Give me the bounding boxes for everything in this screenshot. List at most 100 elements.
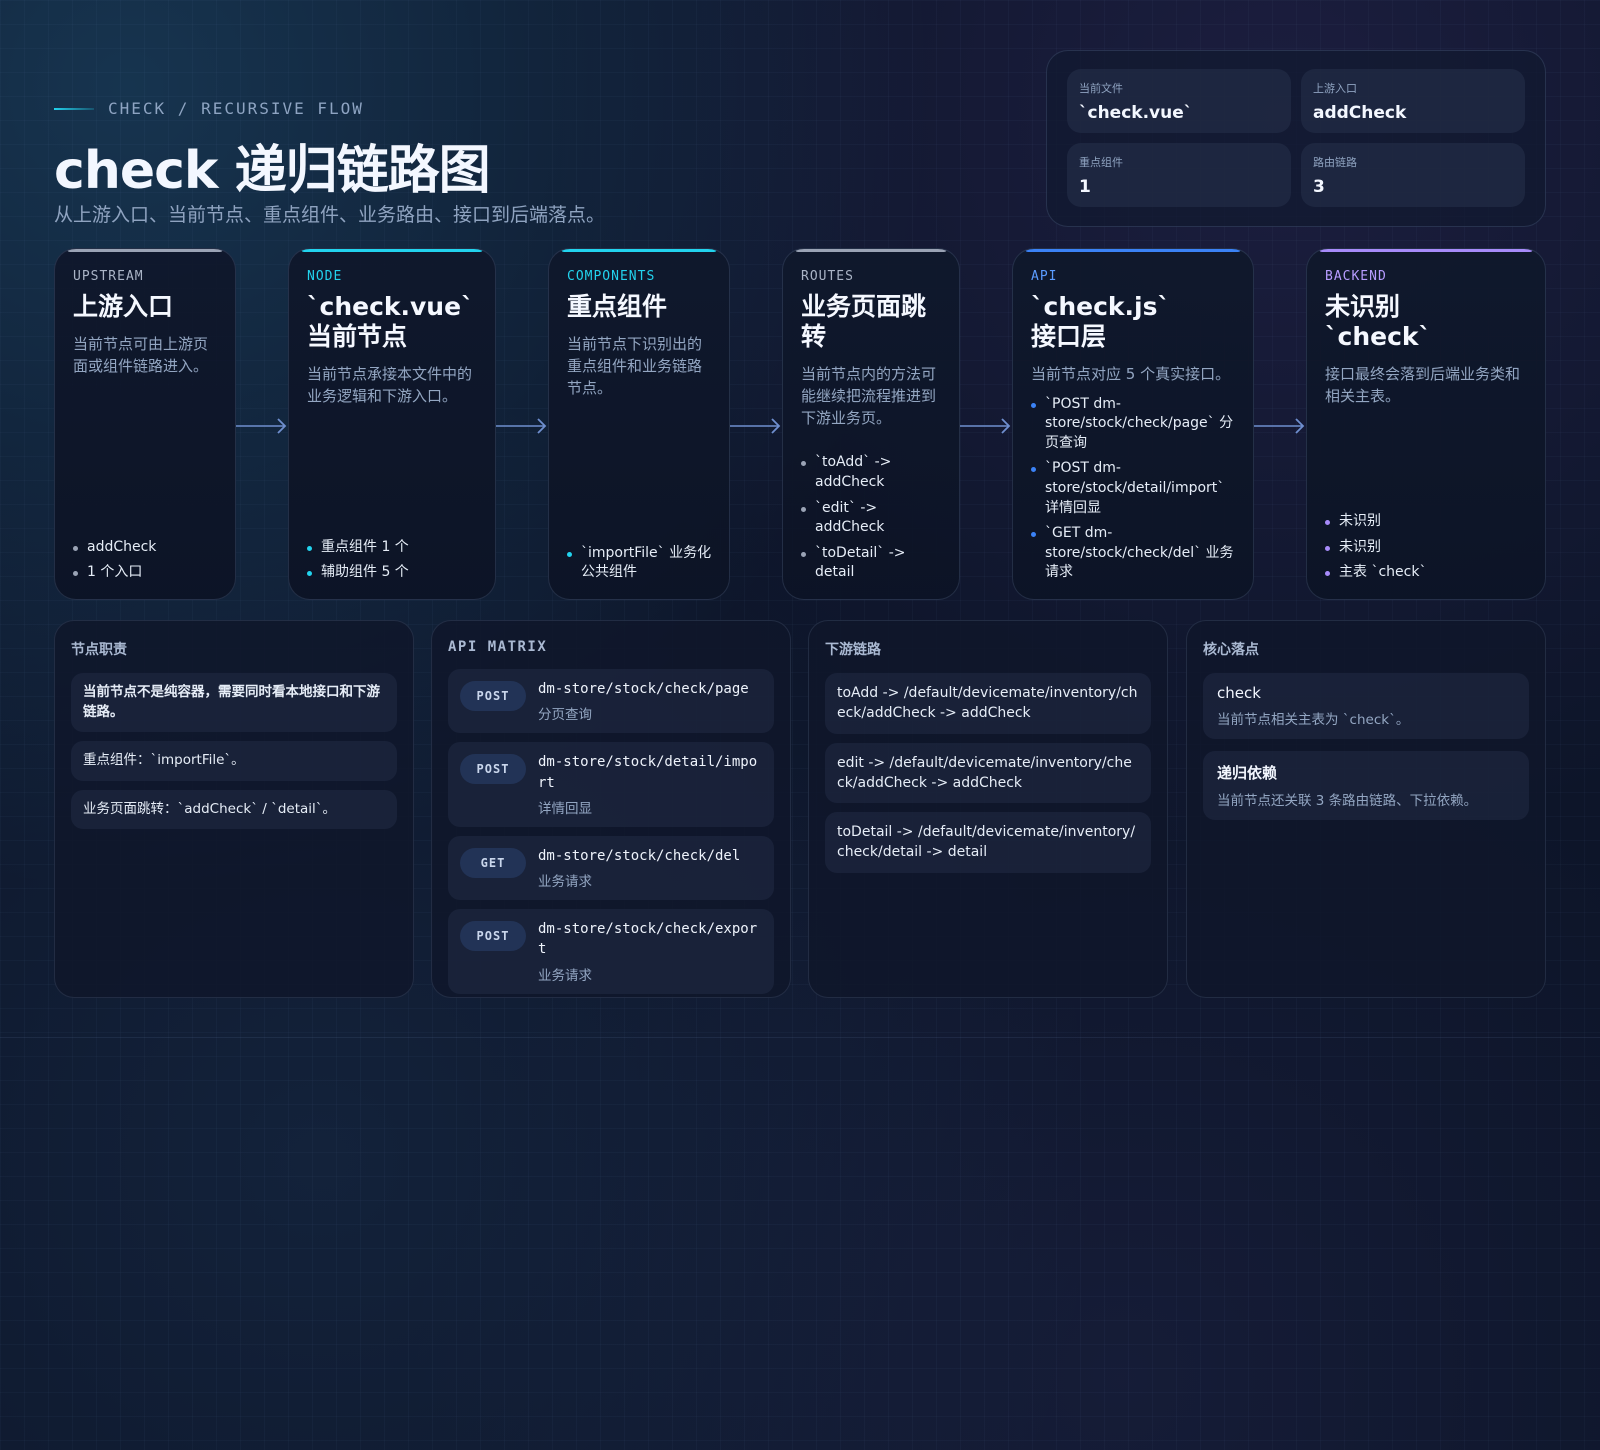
stat-value: addCheck xyxy=(1313,103,1407,123)
api-row: GET dm-store/stock/check/del 业务请求 xyxy=(448,835,774,901)
api-path: dm-store/stock/check/del xyxy=(538,847,741,864)
arrow-right-icon xyxy=(730,416,782,436)
card-desc: 当前节点内的方法可能继续把流程推进到下游业务页。 xyxy=(801,365,937,427)
eyebrow-line xyxy=(54,107,94,110)
stat-value: 1 xyxy=(1079,177,1091,197)
card-desc: 当前节点下识别出的重点组件和业务链路节点。 xyxy=(567,335,703,397)
api-path: dm-store/stock/check/export xyxy=(538,921,758,958)
core-item-title: 递归依赖 xyxy=(1217,764,1278,782)
stat-key-components: 重点组件 1 xyxy=(1067,143,1291,207)
panel-title: 节点职责 xyxy=(71,642,127,658)
card-list: `POST dm-store/stock/check/page` 分页查询 `P… xyxy=(1031,389,1239,583)
api-desc: 分页查询 xyxy=(538,707,592,724)
stat-label: 重点组件 xyxy=(1079,156,1123,169)
method-badge: GET xyxy=(460,847,526,878)
panel-title: 核心落点 xyxy=(1203,642,1259,658)
card-desc: 当前节点可由上游页面或组件链路进入。 xyxy=(73,335,209,375)
page-subtitle: 从上游入口、当前节点、重点组件、业务路由、接口到后端落点。 xyxy=(54,204,606,226)
api-desc: 详情回显 xyxy=(538,800,592,817)
panel-title: 下游链路 xyxy=(825,642,881,658)
list-item: 业务页面跳转：`addCheck` / `detail`。 xyxy=(71,789,397,830)
eyebrow: CHECK / RECURSIVE FLOW xyxy=(54,99,364,118)
route-item: toDetail -> /default/devicemate/inventor… xyxy=(825,812,1151,873)
core-item: check 当前节点相关主表为 `check`。 xyxy=(1203,673,1529,739)
list-item: `toAdd` -> addCheck xyxy=(801,453,945,492)
list-item: 当前节点不是纯容器，需要同时看本地接口和下游链路。 xyxy=(71,673,397,733)
arrow-right-icon xyxy=(236,416,288,436)
stat-upstream-entry: 上游入口 addCheck xyxy=(1301,69,1525,133)
panel-core: 核心落点 check 当前节点相关主表为 `check`。 递归依赖 当前节点还… xyxy=(1186,620,1546,998)
list-item: `POST dm-store/stock/detail/import` 详情回显 xyxy=(1031,459,1239,518)
core-item-desc: 当前节点还关联 3 条路由链路、下拉依赖。 xyxy=(1217,793,1478,809)
card-title: `check.js` 接口层 xyxy=(1031,292,1170,351)
card-desc: 当前节点承接本文件中的业务逻辑和下游入口。 xyxy=(307,365,473,405)
method-badge: POST xyxy=(460,754,526,785)
core-item: 递归依赖 当前节点还关联 3 条路由链路、下拉依赖。 xyxy=(1203,751,1529,820)
card-tag: ROUTES xyxy=(801,269,854,284)
card-tag: NODE xyxy=(307,269,343,284)
card-title: 业务页面跳 转 xyxy=(801,292,927,351)
section-divider xyxy=(0,1037,1600,1038)
stat-current-file: 当前文件 `check.vue` xyxy=(1067,69,1291,133)
core-item-title: check xyxy=(1217,684,1261,702)
list-item: 未识别 xyxy=(1325,512,1531,532)
stat-label: 路由链路 xyxy=(1313,156,1357,169)
list-item: 重点组件：`importFile`。 xyxy=(71,741,397,781)
stat-value: 3 xyxy=(1313,177,1325,197)
list-item: `toDetail` -> detail xyxy=(801,544,945,583)
route-item: edit -> /default/devicemate/inventory/ch… xyxy=(825,742,1151,804)
card-tag: UPSTREAM xyxy=(73,269,144,284)
flow-card-upstream: UPSTREAM 上游入口 当前节点可由上游页面或组件链路进入。 addChec… xyxy=(54,248,236,600)
stats-panel: 当前文件 `check.vue` 上游入口 addCheck 重点组件 1 路由… xyxy=(1046,50,1546,227)
api-desc: 业务请求 xyxy=(538,967,592,984)
api-desc: 业务请求 xyxy=(538,874,592,891)
panel-downstream: 下游链路 toAdd -> /default/devicemate/invent… xyxy=(808,620,1168,998)
panel-title: API MATRIX xyxy=(448,639,548,655)
list-item: `edit` -> addCheck xyxy=(801,499,945,538)
stat-label: 上游入口 xyxy=(1313,82,1357,95)
method-badge: POST xyxy=(460,681,526,711)
card-tag: BACKEND xyxy=(1325,269,1387,284)
card-title: 重点组件 xyxy=(567,292,668,321)
list-item: 主表 `check` xyxy=(1325,563,1531,583)
stat-route-chains: 路由链路 3 xyxy=(1301,143,1525,207)
core-item-desc: 当前节点相关主表为 `check`。 xyxy=(1217,712,1410,728)
card-tag: API xyxy=(1031,269,1058,284)
arrow-right-icon xyxy=(496,416,548,436)
arrow-right-icon xyxy=(960,416,1012,436)
card-title: 未识别 `check` xyxy=(1325,292,1432,351)
api-row: POST dm-store/stock/detail/import 详情回显 xyxy=(448,742,774,827)
card-desc: 接口最终会落到后端业务类和相关主表。 xyxy=(1325,365,1521,405)
flow-card-components: COMPONENTS 重点组件 当前节点下识别出的重点组件和业务链路节点。 `i… xyxy=(548,248,730,600)
list-item: `importFile` 业务化公共组件 xyxy=(567,544,715,583)
list-item: `POST dm-store/stock/check/page` 分页查询 xyxy=(1031,395,1239,454)
card-list: `importFile` 业务化公共组件 xyxy=(567,538,715,583)
list-item: `GET dm-store/stock/check/del` 业务请求 xyxy=(1031,524,1239,583)
flow-card-api: API `check.js` 接口层 当前节点对应 5 个真实接口。 `POST… xyxy=(1012,248,1254,600)
flow-card-node: NODE `check.vue` 当前节点 当前节点承接本文件中的业务逻辑和下游… xyxy=(288,248,496,600)
panel-api-matrix: API MATRIX POST dm-store/stock/check/pag… xyxy=(431,620,791,998)
list-item: 辅助组件 5 个 xyxy=(307,563,481,583)
card-title: 上游入口 xyxy=(73,292,174,321)
card-list: 重点组件 1 个 辅助组件 5 个 xyxy=(307,532,481,583)
card-list: `toAdd` -> addCheck `edit` -> addCheck `… xyxy=(801,447,945,583)
api-path: dm-store/stock/check/page xyxy=(538,681,749,697)
list-item: addCheck xyxy=(73,538,221,558)
card-list: 未识别 未识别 主表 `check` xyxy=(1325,506,1531,583)
eyebrow-text: CHECK / RECURSIVE FLOW xyxy=(108,99,364,118)
card-desc: 当前节点对应 5 个真实接口。 xyxy=(1031,365,1231,383)
flow-card-routes: ROUTES 业务页面跳 转 当前节点内的方法可能继续把流程推进到下游业务页。 … xyxy=(782,248,960,600)
card-tag: COMPONENTS xyxy=(567,269,656,284)
stat-value: `check.vue` xyxy=(1079,103,1193,123)
card-title: `check.vue` 当前节点 xyxy=(307,292,474,351)
method-badge: POST xyxy=(460,921,526,952)
stat-label: 当前文件 xyxy=(1079,82,1123,95)
api-row: POST dm-store/stock/check/page 分页查询 xyxy=(448,669,774,734)
panel-responsibilities: 节点职责 当前节点不是纯容器，需要同时看本地接口和下游链路。 重点组件：`imp… xyxy=(54,620,414,998)
api-path: dm-store/stock/detail/import xyxy=(538,754,758,791)
arrow-right-icon xyxy=(1254,416,1306,436)
api-row: POST dm-store/stock/check/export 业务请求 xyxy=(448,909,774,994)
list-item: 未识别 xyxy=(1325,538,1531,558)
card-list: addCheck 1 个入口 xyxy=(73,532,221,583)
list-item: 1 个入口 xyxy=(73,563,221,583)
